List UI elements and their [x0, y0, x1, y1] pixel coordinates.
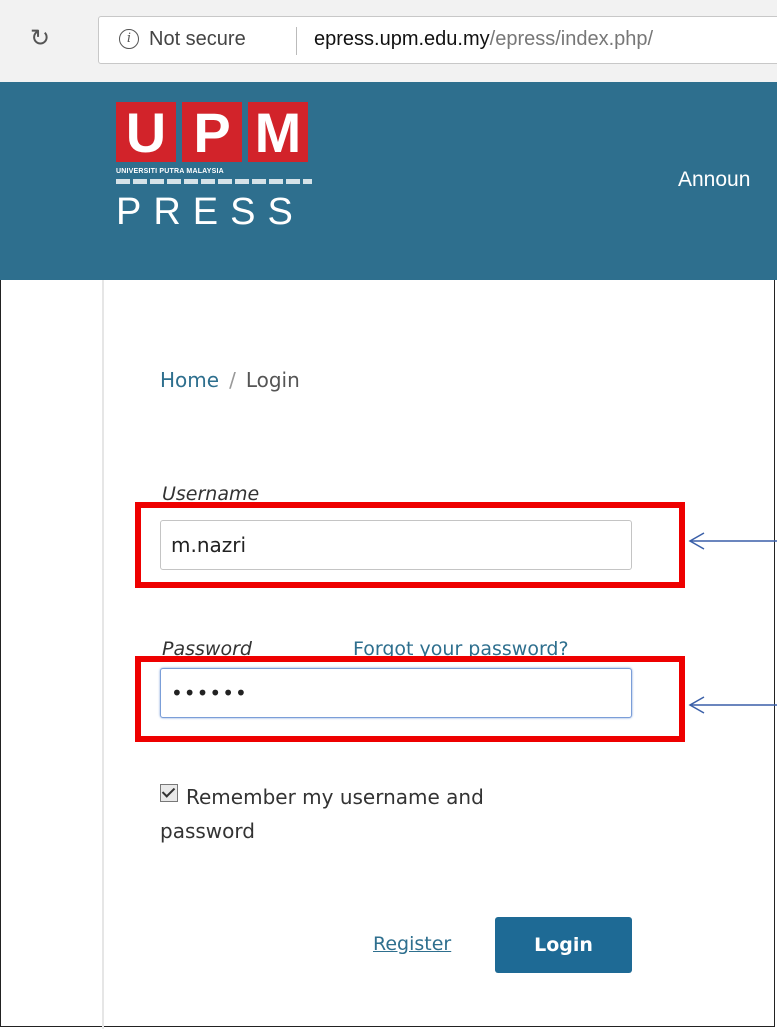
url-path: /epress/index.php/: [489, 28, 654, 50]
browser-toolbar: ↻ i Not secure epress.upm.edu.my/epress/…: [0, 0, 777, 82]
security-label[interactable]: Not secure: [149, 28, 246, 51]
remember-label: Remember my username and password: [160, 785, 484, 843]
address-separator: [296, 27, 297, 55]
site-header: U P M UNIVERSITI PUTRA MALAYSIA PRESS An…: [0, 82, 777, 280]
username-highlight-box: [135, 502, 685, 588]
username-arrow-icon: [688, 532, 777, 550]
content-border: [102, 280, 104, 1029]
remember-checkbox[interactable]: [160, 784, 178, 802]
nav-announcements[interactable]: Announ: [678, 168, 750, 192]
password-arrow-icon: [688, 696, 777, 714]
logo-letter: M: [248, 102, 308, 164]
login-button[interactable]: Login: [495, 917, 632, 973]
logo-letter: U: [116, 102, 176, 164]
password-highlight-box: [135, 656, 685, 742]
info-icon[interactable]: i: [119, 29, 139, 49]
upm-press-logo[interactable]: U P M UNIVERSITI PUTRA MALAYSIA PRESS: [116, 102, 316, 262]
url-host: epress.upm.edu.my: [314, 28, 490, 50]
breadcrumb-separator: /: [229, 368, 236, 392]
address-bar[interactable]: i Not secure epress.upm.edu.my/epress/in…: [98, 16, 777, 64]
breadcrumb: Home / Login: [160, 368, 300, 392]
reload-icon[interactable]: ↻: [30, 24, 50, 52]
logo-word: PRESS: [116, 191, 305, 233]
breadcrumb-home[interactable]: Home: [160, 368, 219, 392]
logo-letter: P: [182, 102, 242, 164]
register-link[interactable]: Register: [373, 933, 451, 955]
breadcrumb-current: Login: [245, 368, 300, 392]
logo-rule: [116, 179, 312, 184]
logo-letters: U P M: [116, 102, 316, 164]
logo-subtitle: UNIVERSITI PUTRA MALAYSIA: [116, 168, 224, 175]
url-text[interactable]: epress.upm.edu.my/epress/index.php/: [314, 28, 653, 51]
remember-me[interactable]: Remember my username and password: [160, 780, 580, 848]
